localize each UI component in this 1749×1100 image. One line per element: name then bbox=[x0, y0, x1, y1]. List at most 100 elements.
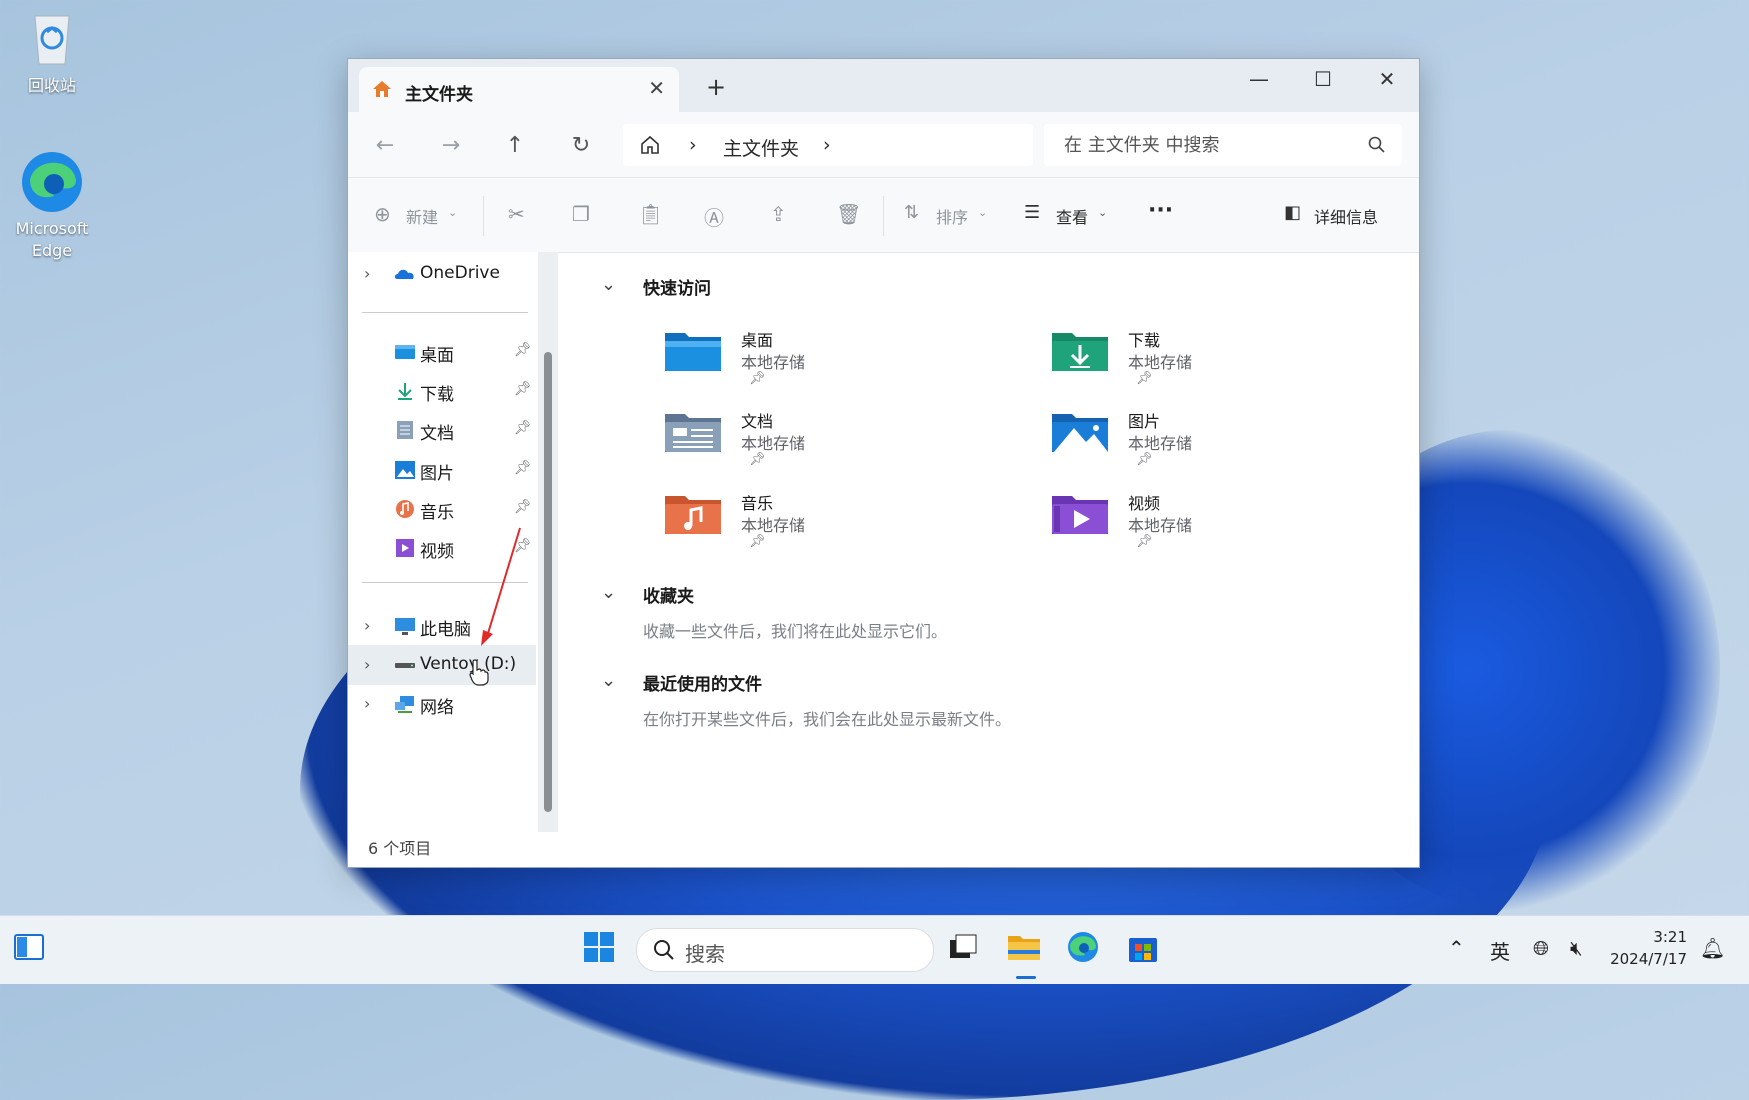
widgets-icon[interactable] bbox=[12, 930, 52, 970]
sidebar-item-onedrive[interactable]: › OneDrive bbox=[348, 254, 536, 294]
picture-icon bbox=[394, 460, 416, 480]
search-box[interactable] bbox=[1044, 124, 1402, 166]
sidebar-item-pictures[interactable]: 图片 📌︎ bbox=[348, 450, 536, 490]
content-pane: ⌄ 快速访问 桌面 本地存储 📌︎ 下载 本地存储 📌︎ 文档 本地存储 📌︎ … bbox=[563, 252, 1419, 852]
sidebar-item-downloads[interactable]: 下载 📌︎ bbox=[348, 371, 536, 411]
search-input[interactable] bbox=[1062, 134, 1356, 157]
chevron-down-icon: ⌄ bbox=[978, 206, 988, 219]
item-name: 视频 bbox=[1128, 494, 1161, 513]
sidebar-item-label: 此电脑 bbox=[420, 620, 471, 640]
delete-icon[interactable]: 🗑︎ bbox=[836, 202, 861, 226]
item-name: 下载 bbox=[1128, 331, 1161, 350]
item-location: 本地存储 bbox=[1128, 434, 1193, 453]
quick-access-item-music[interactable]: 音乐 本地存储 📌︎ bbox=[663, 490, 963, 560]
section-title: 快速访问 bbox=[643, 279, 711, 299]
tab-home[interactable]: 主文件夹 ✕ bbox=[359, 67, 679, 112]
new-button[interactable]: ⊕ 新建 ⌄ bbox=[374, 202, 457, 227]
store-icon[interactable] bbox=[1126, 930, 1166, 970]
sidebar-item-label: 文档 bbox=[420, 424, 454, 444]
pin-icon[interactable]: 📌︎ bbox=[514, 420, 532, 436]
maximize-button[interactable]: ☐ bbox=[1291, 59, 1355, 99]
close-tab-icon[interactable]: ✕ bbox=[648, 76, 665, 100]
copy-icon[interactable]: ❐ bbox=[572, 202, 590, 226]
scrollbar-thumb[interactable] bbox=[544, 352, 552, 812]
view-button[interactable]: ☰ 查看 ⌄ bbox=[1024, 202, 1114, 227]
volume-muted-icon[interactable]: 🔇︎ bbox=[1570, 936, 1583, 960]
taskbar-search[interactable]: 搜索 bbox=[636, 928, 934, 972]
home-icon bbox=[371, 78, 393, 104]
desktop-icon-label: Microsoft Edge bbox=[15, 219, 89, 260]
sidebar-item-label: 视频 bbox=[420, 542, 454, 562]
chevron-right-icon[interactable]: › bbox=[364, 694, 370, 713]
sidebar-item-documents[interactable]: 文档 📌︎ bbox=[348, 410, 536, 450]
quick-access-item-documents[interactable]: 文档 本地存储 📌︎ bbox=[663, 408, 963, 478]
drive-icon bbox=[394, 655, 416, 675]
quick-access-item-pictures[interactable]: 图片 本地存储 📌︎ bbox=[1050, 408, 1350, 478]
desktop-icon-edge[interactable]: Microsoft Edge bbox=[2, 150, 102, 262]
sidebar-divider bbox=[362, 312, 528, 313]
search-icon bbox=[653, 939, 675, 965]
sort-button[interactable]: ⇅ 排序 ⌄ bbox=[904, 202, 994, 227]
cut-icon[interactable]: ✂ bbox=[508, 202, 525, 226]
clock-time: 3:21 bbox=[1653, 928, 1687, 946]
breadcrumb-separator[interactable]: › bbox=[823, 134, 831, 156]
network-icon[interactable]: 🌐︎ bbox=[1533, 936, 1549, 960]
chevron-right-icon[interactable]: › bbox=[364, 616, 370, 635]
show-hidden-icons-button[interactable]: ⌃ bbox=[1448, 936, 1465, 960]
pin-icon[interactable]: 📌︎ bbox=[514, 342, 532, 358]
chevron-down-icon[interactable]: ⌄ bbox=[601, 274, 616, 295]
recent-empty-hint: 在你打开某些文件后，我们会在此处显示最新文件。 bbox=[643, 710, 1012, 729]
pictures-folder-icon bbox=[1052, 414, 1108, 452]
rename-icon[interactable]: Ⓐ bbox=[704, 202, 724, 231]
sidebar-item-network[interactable]: › 网络 bbox=[348, 684, 536, 724]
close-window-button[interactable]: ✕ bbox=[1355, 59, 1419, 99]
home-icon[interactable] bbox=[639, 134, 661, 160]
chevron-right-icon[interactable]: › bbox=[364, 264, 370, 283]
pin-icon: 📌︎ bbox=[749, 534, 766, 549]
desktop-icon-recycle-bin[interactable]: 回收站 bbox=[2, 8, 102, 96]
view-icon: ☰ bbox=[1024, 202, 1041, 223]
breadcrumb-location[interactable]: 主文件夹 bbox=[723, 134, 799, 161]
paste-icon[interactable]: 📋︎ bbox=[638, 202, 663, 226]
sidebar-scrollbar[interactable] bbox=[538, 252, 558, 832]
more-options-button[interactable]: ··· bbox=[1148, 198, 1173, 223]
quick-access-item-desktop[interactable]: 桌面 本地存储 📌︎ bbox=[663, 327, 963, 397]
sidebar-item-desktop[interactable]: 桌面 📌︎ bbox=[348, 332, 536, 372]
up-button[interactable]: ↑ bbox=[500, 131, 530, 161]
refresh-button[interactable]: ↻ bbox=[566, 131, 596, 161]
edge-icon[interactable] bbox=[1066, 930, 1106, 970]
new-tab-button[interactable]: + bbox=[706, 73, 726, 101]
pin-icon[interactable]: 📌︎ bbox=[514, 460, 532, 476]
hand-cursor-icon bbox=[469, 659, 489, 686]
item-name: 桌面 bbox=[741, 331, 774, 350]
clock[interactable]: 3:21 2024/7/17 bbox=[1610, 926, 1687, 970]
notification-bell-icon[interactable]: 🔔︎ bbox=[1700, 936, 1725, 960]
item-name: 文档 bbox=[741, 412, 774, 431]
details-label: 详细信息 bbox=[1314, 208, 1379, 227]
chevron-right-icon[interactable]: › bbox=[364, 655, 370, 674]
quick-access-item-downloads[interactable]: 下载 本地存储 📌︎ bbox=[1050, 327, 1350, 397]
breadcrumb-separator[interactable]: › bbox=[689, 134, 697, 156]
share-icon[interactable]: ⇪ bbox=[770, 202, 787, 226]
quick-access-item-videos[interactable]: 视频 本地存储 📌︎ bbox=[1050, 490, 1350, 560]
address-bar[interactable]: › 主文件夹 › bbox=[623, 124, 1033, 166]
toolbar-divider bbox=[883, 196, 884, 236]
start-button[interactable] bbox=[582, 930, 622, 970]
command-bar: ⊕ 新建 ⌄ ✂ ❐ 📋︎ Ⓐ ⇪ 🗑︎ ⇅ 排序 ⌄ ☰ 查看 ⌄ ··· ◧… bbox=[348, 178, 1419, 253]
edge-icon bbox=[20, 150, 84, 214]
videos-folder-icon bbox=[1052, 496, 1108, 534]
chevron-down-icon[interactable]: ⌄ bbox=[601, 582, 616, 603]
minimize-button[interactable]: — bbox=[1227, 59, 1291, 99]
sidebar-item-label: OneDrive bbox=[420, 263, 500, 283]
taskbar-search-label: 搜索 bbox=[685, 942, 725, 966]
desktop-icon-label: 回收站 bbox=[27, 76, 76, 95]
pin-icon[interactable]: 📌︎ bbox=[514, 381, 532, 397]
pin-icon[interactable]: 📌︎ bbox=[514, 499, 532, 515]
details-button[interactable]: ◧ 详细信息 bbox=[1284, 202, 1394, 227]
chevron-down-icon[interactable]: ⌄ bbox=[601, 670, 616, 691]
back-button[interactable]: ← bbox=[370, 131, 400, 161]
task-view-icon[interactable] bbox=[946, 930, 986, 970]
file-explorer-icon[interactable] bbox=[1006, 930, 1046, 970]
input-method-indicator[interactable]: 英 bbox=[1490, 936, 1510, 965]
forward-button[interactable]: → bbox=[436, 131, 466, 161]
